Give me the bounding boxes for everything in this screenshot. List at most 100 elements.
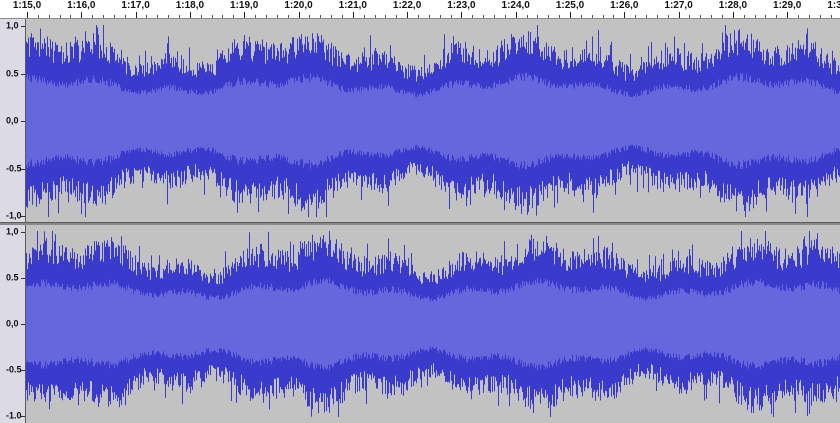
timeline-minor-tick	[309, 15, 311, 18]
amp-label-half: 0.5	[6, 68, 19, 78]
timeline-minor-tick	[656, 15, 658, 18]
amp-label-max: 1,0	[6, 226, 19, 237]
timeline-tick-label: 1:30,0	[827, 0, 840, 11]
amp-label-neg-half: -0.5	[6, 163, 22, 173]
timeline-tick-label: 1:16,0	[67, 0, 96, 11]
amplitude-tick	[21, 324, 25, 325]
waveform-left	[26, 25, 840, 217]
timeline-minor-tick	[580, 15, 582, 18]
timeline-tick-label: 1:22,0	[392, 0, 422, 11]
timeline-minor-tick	[711, 15, 713, 18]
timeline-major-tick	[298, 12, 300, 18]
amplitude-tick	[21, 168, 25, 170]
timeline-major-tick	[407, 12, 409, 18]
timeline-minor-tick	[103, 15, 105, 18]
amplitude-tick	[21, 121, 25, 122]
timeline-minor-tick	[450, 15, 452, 18]
timeline-minor-tick	[819, 15, 821, 18]
timeline-major-tick	[787, 12, 789, 18]
timeline-major-tick	[81, 12, 83, 18]
timeline-minor-tick	[765, 15, 767, 18]
timeline-major-tick	[352, 12, 354, 18]
timeline-minor-tick	[255, 15, 257, 18]
timeline-major-tick	[189, 12, 191, 18]
timeline-major-tick	[515, 12, 517, 18]
audio-track-right-channel[interactable]: 1,0 0.5 0,0 -0.5 -1.0	[0, 225, 840, 423]
amp-label-min: -1.0	[6, 410, 22, 421]
timeline-minor-tick	[472, 15, 474, 18]
audio-track-left-channel[interactable]: 1,0 0.5 0,0 -0.5 -1,0	[0, 19, 840, 223]
amplitude-tick	[21, 232, 25, 233]
amp-label-min: -1,0	[6, 210, 22, 221]
timeline-minor-tick	[646, 15, 648, 18]
amplitude-tick	[21, 278, 25, 279]
audio-editor: 1:15,0 1:16,0 1:17,0 1:18,0 1:19,0 1:20,0 1:21…	[0, 0, 840, 423]
timeline-major-tick	[732, 12, 734, 18]
amp-label-zero: 0,0	[6, 318, 19, 329]
timeline-tick-label: 1:17,0	[121, 0, 150, 11]
timeline-minor-tick	[689, 15, 691, 18]
timeline-tick-label: 1:28,0	[718, 0, 748, 11]
timeline-tick-label: 1:19,0	[230, 0, 259, 11]
timeline-minor-tick	[59, 15, 61, 18]
timeline-minor-tick	[222, 15, 224, 18]
timeline-minor-tick	[37, 15, 39, 18]
timeline-tick-label: 1:20,0	[284, 0, 313, 11]
amplitude-tick	[21, 370, 25, 371]
timeline-minor-tick	[635, 15, 637, 18]
waveform-area[interactable]	[26, 225, 840, 423]
timeline-minor-tick	[113, 15, 115, 18]
amp-label-half: 0.5	[6, 272, 19, 283]
timeline-minor-tick	[374, 15, 376, 18]
amplitude-tick	[21, 416, 25, 417]
timeline-major-tick	[624, 12, 626, 18]
timeline-minor-tick	[548, 15, 550, 18]
timeline-minor-tick	[168, 15, 170, 18]
timeline-minor-tick	[776, 15, 778, 18]
timeline-minor-tick	[265, 15, 267, 18]
timeline-minor-tick	[428, 15, 430, 18]
timeline-tick-label: 1:18,0	[175, 0, 205, 11]
timeline-major-tick	[570, 12, 571, 18]
timeline-ruler[interactable]: 1:15,0 1:16,0 1:17,0 1:18,0 1:19,0 1:20,0 1:21…	[0, 0, 840, 19]
timeline-minor-tick	[722, 15, 724, 18]
timeline-minor-tick	[396, 15, 398, 18]
timeline-minor-tick	[320, 15, 322, 18]
timeline-tick-label: 1:24,0	[501, 0, 530, 11]
timeline-major-tick	[678, 12, 680, 18]
waveform-area[interactable]	[26, 19, 840, 223]
timeline-minor-tick	[504, 15, 506, 18]
waveform-right	[26, 231, 840, 417]
timeline-minor-tick	[48, 15, 50, 18]
amplitude-tick	[21, 216, 25, 217]
timeline-major-tick	[135, 12, 137, 18]
timeline-minor-tick	[363, 15, 365, 18]
timeline-minor-tick	[417, 15, 419, 18]
timeline-minor-tick	[385, 15, 387, 18]
timeline-minor-tick	[559, 15, 561, 18]
timeline-major-tick	[244, 12, 246, 18]
timeline-tick-label: 1:15,0	[12, 0, 42, 11]
timeline-minor-tick	[211, 15, 213, 18]
amplitude-ruler: 1,0 0.5 0,0 -0.5 -1.0	[0, 225, 26, 423]
timeline-minor-tick	[146, 15, 148, 18]
timeline-major-tick	[461, 12, 463, 18]
amplitude-ruler: 1,0 0.5 0,0 -0.5 -1,0	[0, 19, 26, 223]
amp-label-zero: 0,0	[6, 115, 19, 126]
timeline-minor-tick	[287, 15, 289, 18]
amplitude-tick	[21, 73, 25, 75]
timeline-minor-tick	[493, 15, 495, 18]
timeline-minor-tick	[331, 15, 333, 18]
timeline-minor-tick	[754, 15, 756, 18]
timeline-tick-label: 1:26,0	[610, 0, 639, 11]
timeline-minor-tick	[613, 15, 615, 18]
timeline-minor-tick	[700, 15, 702, 18]
timeline-minor-tick	[526, 15, 528, 18]
timeline-minor-tick	[70, 15, 72, 18]
timeline-minor-tick	[743, 15, 745, 18]
timeline-minor-tick	[483, 15, 485, 18]
amp-label-neg-half: -0.5	[6, 364, 22, 375]
timeline-minor-tick	[92, 15, 94, 18]
timeline-minor-tick	[798, 15, 800, 18]
timeline-minor-tick	[830, 15, 832, 18]
